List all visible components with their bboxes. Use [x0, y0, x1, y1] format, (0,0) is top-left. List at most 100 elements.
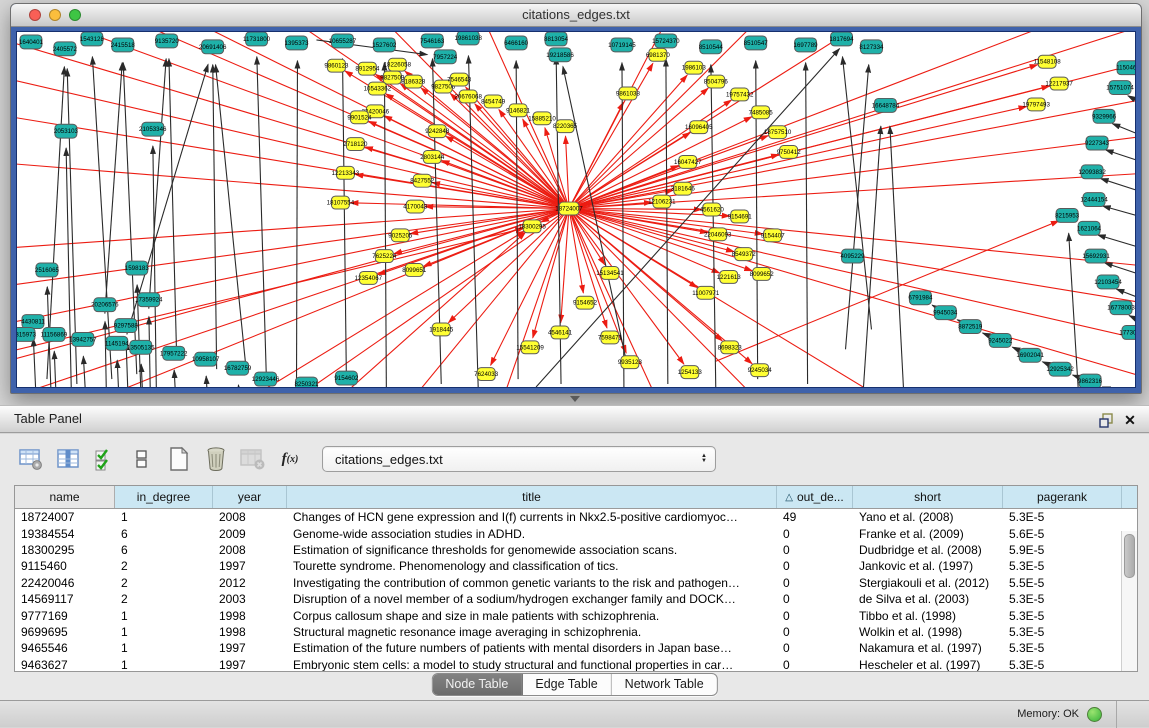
table-row[interactable]: 946554611997Estimation of the future num…	[15, 640, 1137, 656]
memory-status-label: Memory: OK	[1017, 708, 1079, 720]
column-header-year[interactable]: year	[213, 486, 287, 508]
network-node-label: 15134541	[596, 270, 624, 277]
network-edge	[297, 61, 298, 387]
tab-node-table[interactable]: Node Table	[432, 674, 522, 695]
network-node-label: 9297588	[114, 323, 139, 330]
table-cell: 2008	[213, 543, 287, 557]
network-node-label: 7624033	[474, 371, 499, 378]
network-node-label: 21053346	[139, 126, 167, 133]
column-header-name[interactable]: name	[15, 486, 115, 508]
tab-network-table[interactable]: Network Table	[612, 674, 717, 695]
sort-ascending-icon: △	[785, 492, 793, 503]
network-node-label: 9154652	[573, 300, 598, 307]
table-cell: 49	[777, 510, 853, 524]
network-node-label: 9945034	[933, 310, 958, 317]
table-row[interactable]: 946362711997Embryonic stem cells: a mode…	[15, 657, 1137, 671]
network-node-label: 1697789	[794, 42, 819, 49]
network-node-label: 9862316	[1078, 378, 1103, 385]
window-titlebar[interactable]: citations_edges.txt	[11, 4, 1141, 27]
column-header-short[interactable]: short	[853, 486, 1003, 508]
row-height-icon[interactable]	[127, 445, 157, 473]
network-node-label: 18724007	[555, 206, 583, 213]
show-columns-icon[interactable]	[53, 445, 83, 473]
function-builder-icon[interactable]: f(x)	[275, 445, 305, 473]
network-node-label: 16047427	[674, 159, 702, 166]
zoom-window-button[interactable]	[69, 9, 81, 21]
column-header-in_degree[interactable]: in_degree	[115, 486, 213, 508]
table-scrollbar[interactable]	[1121, 531, 1137, 671]
network-node-label: 12444154	[1080, 197, 1108, 204]
column-header-pagerank[interactable]: pagerank	[1003, 486, 1122, 508]
table-cell: 9777169	[15, 609, 115, 623]
select-all-icon[interactable]	[90, 445, 120, 473]
column-header-title[interactable]: title	[287, 486, 777, 508]
network-node-label: 12925342	[1046, 366, 1074, 373]
table-row[interactable]: 1456911722003Disruption of a novel membe…	[15, 591, 1137, 607]
close-panel-icon[interactable]: ✕	[1121, 411, 1139, 429]
network-node-label: 4430811	[21, 319, 45, 326]
table-select-dropdown[interactable]: citations_edges.txt ▲▼	[322, 446, 716, 472]
network-edge	[569, 102, 623, 208]
table-cell: 5.3E-5	[1003, 592, 1122, 606]
table-cell: Stergiakouli et al. (2012)	[853, 576, 1003, 590]
memory-status-icon[interactable]	[1087, 707, 1102, 722]
table-cell: 6	[115, 527, 213, 541]
column-header-label: title	[522, 490, 541, 504]
network-canvas[interactable]: 9860123891295418226058982750910543362818…	[17, 32, 1135, 387]
table-cell: 0	[777, 559, 853, 573]
table-row[interactable]: 2242004622012Investigating the contribut…	[15, 575, 1137, 591]
column-header-label: short	[914, 490, 941, 504]
table-mode-icon[interactable]	[16, 445, 46, 473]
network-node-label: 9154691	[728, 213, 753, 220]
delete-column-icon[interactable]	[201, 445, 231, 473]
network-node-label: 1918445	[429, 326, 454, 333]
network-node-label: 8220365	[553, 123, 578, 130]
network-node-label: 10719145	[608, 42, 636, 49]
network-edge	[863, 126, 880, 387]
network-edge	[1106, 150, 1135, 173]
split-divider-handle[interactable]	[570, 396, 580, 402]
float-panel-icon[interactable]	[1097, 411, 1115, 429]
network-edge	[711, 65, 716, 387]
network-node-label: 8549372	[732, 251, 757, 258]
table-row[interactable]: 1830029562008Estimation of significance …	[15, 542, 1137, 558]
network-node-label: 8510544	[699, 44, 724, 51]
network-edge	[343, 59, 347, 381]
network-node-label: 19218586	[546, 52, 574, 59]
new-column-icon[interactable]	[164, 445, 194, 473]
table-row[interactable]: 977716911998Corpus callosum shape and si…	[15, 607, 1137, 623]
table-row[interactable]: 911546021997Tourette syndrome. Phenomeno…	[15, 558, 1137, 574]
table-cell: Structural magnetic resonance image aver…	[287, 625, 777, 639]
network-node-label: 12923446	[252, 376, 280, 383]
network-node-label: 9227343	[1085, 140, 1110, 147]
network-node-label: 8427552	[410, 178, 435, 185]
table-cell: 1	[115, 658, 213, 671]
table-cell: 14569117	[15, 592, 115, 606]
network-node-label: 9329966	[1092, 113, 1117, 120]
table-row[interactable]: 969969511998Structural magnetic resonanc…	[15, 624, 1137, 640]
table-cell: 5.3E-5	[1003, 510, 1122, 524]
table-cell: Yano et al. (2008)	[853, 510, 1003, 524]
network-node-label: 9245034	[748, 367, 773, 374]
table-cell: Corpus callosum shape and size in male p…	[287, 609, 777, 623]
table-row[interactable]: 1872400712008Changes of HCN gene express…	[15, 509, 1137, 525]
tab-edge-table[interactable]: Edge Table	[522, 674, 611, 695]
network-edge	[569, 107, 1026, 209]
network-node-label: 18226058	[384, 62, 412, 69]
table-scrollbar-thumb[interactable]	[1124, 534, 1135, 578]
network-node-label: 7485085	[749, 109, 774, 116]
network-node-label: 4095229	[840, 253, 865, 260]
network-node-label: 4170043	[403, 204, 428, 211]
network-node-label: 17730584	[1119, 329, 1135, 336]
table-row[interactable]: 1938455462009Genome-wide association stu…	[15, 525, 1137, 541]
network-node-label: 7546543	[447, 77, 472, 84]
column-header-out_de[interactable]: △out_de...	[777, 486, 853, 508]
network-node-label: 2516065	[35, 267, 60, 274]
network-node-label: 1543128	[80, 36, 105, 43]
table-cell: 5.3E-5	[1003, 641, 1122, 655]
network-edge	[806, 63, 808, 384]
minimize-window-button[interactable]	[49, 9, 61, 21]
table-cell: Tibbo et al. (1998)	[853, 609, 1003, 623]
close-window-button[interactable]	[29, 9, 41, 21]
network-edge	[890, 126, 904, 387]
